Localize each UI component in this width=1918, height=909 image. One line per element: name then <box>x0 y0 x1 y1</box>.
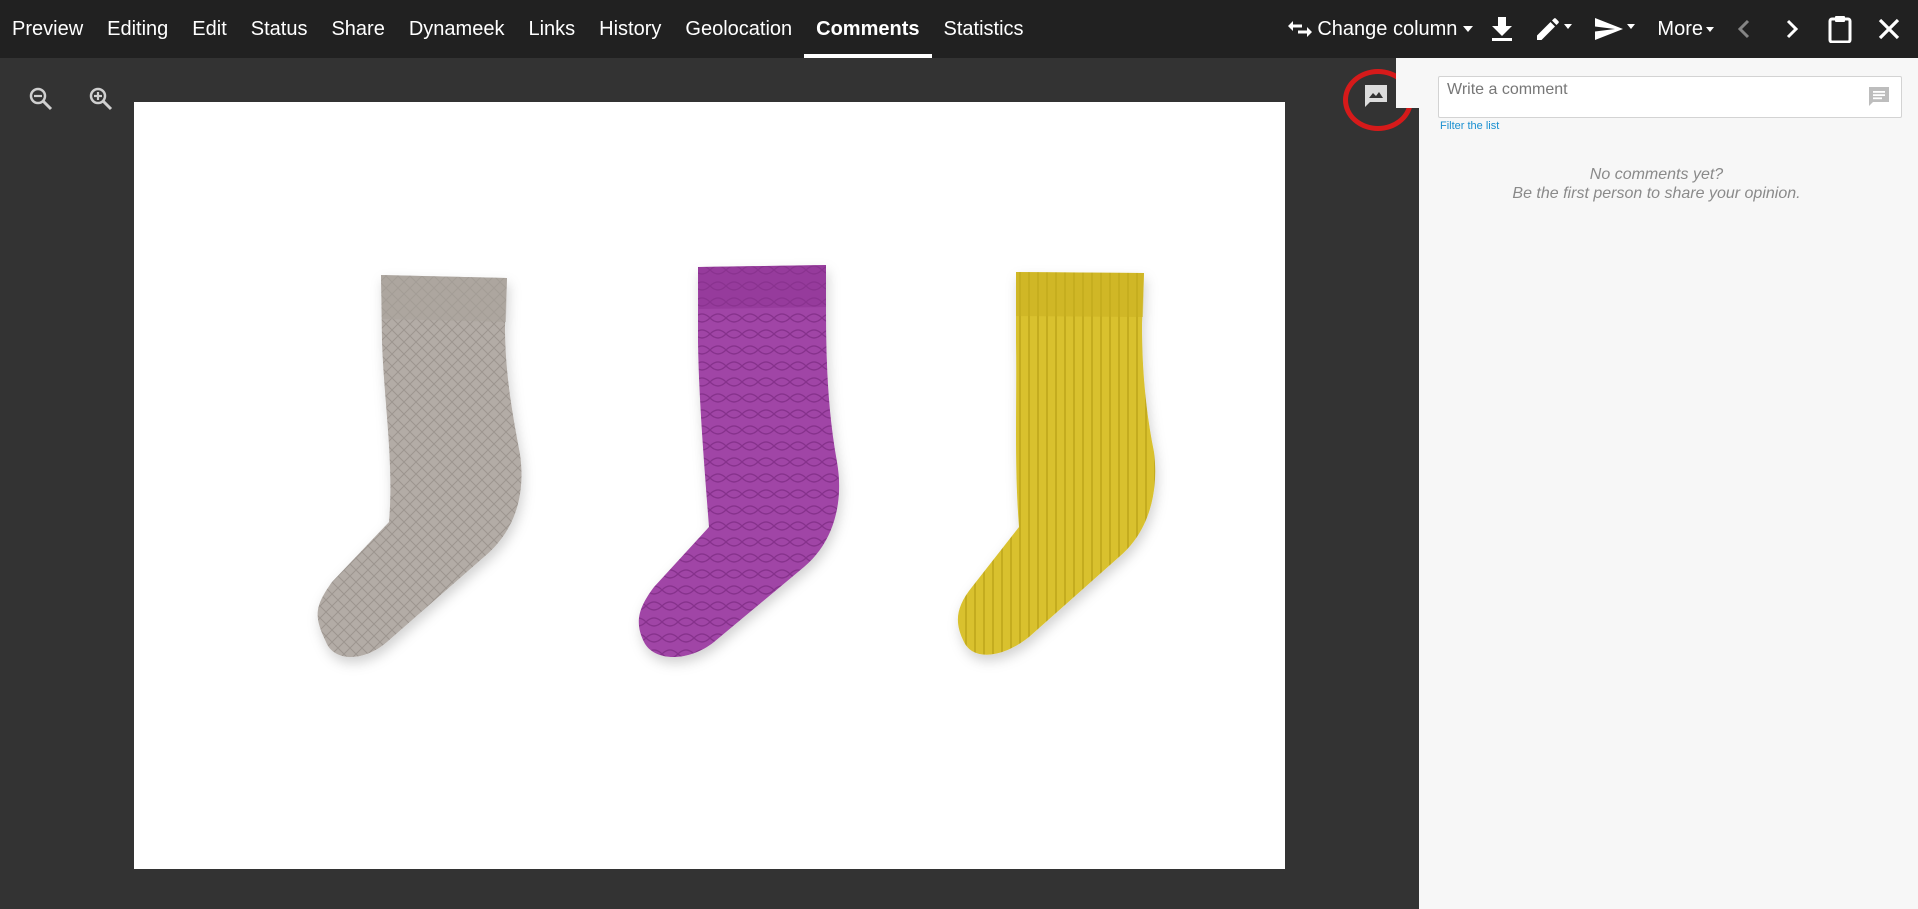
download-button[interactable] <box>1491 0 1513 58</box>
chevron-left-icon <box>1738 19 1750 39</box>
zoom-out-icon <box>28 86 54 117</box>
previous-button[interactable] <box>1738 0 1750 58</box>
zoom-in-button[interactable] <box>86 86 116 116</box>
tab-editing[interactable]: Editing <box>95 0 180 58</box>
chevron-down-icon <box>1706 26 1714 32</box>
more-label: More <box>1657 17 1703 40</box>
zoom-in-icon <box>88 86 114 117</box>
filter-list-link[interactable]: Filter the list <box>1440 120 1499 132</box>
clipboard-icon <box>1828 15 1852 43</box>
more-menu-button[interactable]: More <box>1657 0 1714 58</box>
tab-share[interactable]: Share <box>319 0 396 58</box>
top-bar: Preview Editing Edit Status Share Dyname… <box>0 0 1918 58</box>
pencil-icon <box>1535 16 1561 42</box>
comment-input-box <box>1438 76 1902 118</box>
tab-links[interactable]: Links <box>516 0 587 58</box>
comment-input[interactable] <box>1447 78 1847 102</box>
chevron-down-icon <box>1564 23 1573 29</box>
send-icon <box>1594 16 1624 42</box>
chevron-right-icon <box>1786 19 1798 39</box>
tab-dynameek[interactable]: Dynameek <box>397 0 517 58</box>
next-button[interactable] <box>1786 0 1798 58</box>
swap-horizontal-icon <box>1287 18 1313 40</box>
tab-bar: Preview Editing Edit Status Share Dyname… <box>0 0 1036 58</box>
purple-sock <box>638 265 840 657</box>
panel-notch <box>1396 58 1419 108</box>
image-comment-icon <box>1362 82 1390 115</box>
change-column-button[interactable]: Change column <box>1287 0 1474 58</box>
tab-edit[interactable]: Edit <box>180 0 238 58</box>
toolbar: Change column More <box>1287 0 1918 58</box>
send-menu-button[interactable] <box>1594 0 1636 58</box>
close-button[interactable] <box>1878 0 1900 58</box>
empty-line-1: No comments yet? <box>1589 166 1724 183</box>
empty-comments-message: No comments yet? Be the first person to … <box>1419 165 1894 203</box>
edit-menu-button[interactable] <box>1535 0 1573 58</box>
tab-preview[interactable]: Preview <box>0 0 95 58</box>
tab-comments[interactable]: Comments <box>804 0 932 58</box>
zoom-out-button[interactable] <box>26 86 56 116</box>
chevron-down-icon <box>1627 23 1636 29</box>
yellow-sock <box>957 272 1156 655</box>
tab-history[interactable]: History <box>587 0 673 58</box>
tab-geolocation[interactable]: Geolocation <box>673 0 804 58</box>
empty-line-2: Be the first person to share your opinio… <box>1512 185 1801 202</box>
socks-photo <box>317 265 1156 657</box>
tab-status[interactable]: Status <box>239 0 320 58</box>
change-column-label: Change column <box>1317 17 1458 40</box>
close-icon <box>1878 18 1900 40</box>
tab-statistics[interactable]: Statistics <box>932 0 1036 58</box>
clipboard-button[interactable] <box>1828 0 1852 58</box>
chevron-down-icon <box>1463 26 1474 32</box>
image-comment-toggle-button[interactable] <box>1360 82 1392 114</box>
download-icon <box>1491 16 1513 42</box>
image-preview <box>134 102 1285 869</box>
grey-sock <box>317 275 522 657</box>
comment-icon[interactable] <box>1867 85 1891 114</box>
